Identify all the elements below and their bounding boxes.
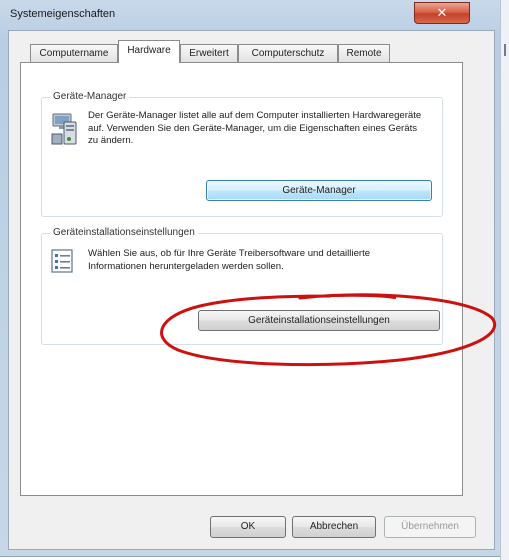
tab-remote[interactable]: Remote (338, 44, 390, 62)
tab-erweitert[interactable]: Erweitert (180, 44, 238, 62)
device-installation-group: Geräteinstallationseinstellungen Wählen … (41, 227, 443, 345)
device-installation-description: Wählen Sie aus, ob für Ihre Geräte Treib… (88, 248, 371, 272)
apply-button[interactable]: Übernehmen (384, 516, 476, 538)
system-properties-window: Systemeigenschaften ✕ Computername Hardw… (0, 0, 501, 557)
close-button[interactable]: ✕ (414, 2, 470, 24)
background-window-edge (500, 0, 509, 560)
computer-device-manager-icon (50, 112, 80, 146)
device-manager-group: Geräte-Manager Der Geräte-Manager listet… (41, 91, 443, 217)
background-window-mark (504, 44, 506, 56)
cancel-button[interactable]: Abbrechen (292, 516, 376, 538)
device-installation-group-label: Geräteinstallationseinstellungen (50, 227, 198, 238)
device-manager-button[interactable]: Geräte-Manager (206, 180, 432, 201)
hardware-tab-panel: Geräte-Manager Der Geräte-Manager listet… (20, 62, 463, 496)
close-icon: ✕ (436, 5, 448, 20)
tab-computerschutz[interactable]: Computerschutz (238, 44, 338, 62)
checklist-settings-icon (50, 248, 76, 274)
device-manager-description: Der Geräte-Manager listet alle auf dem C… (88, 110, 422, 146)
device-installation-settings-button[interactable]: Geräteinstallationseinstellungen (198, 310, 440, 331)
window-title: Systemeigenschaften (10, 8, 116, 20)
device-manager-group-label: Geräte-Manager (50, 91, 130, 102)
tab-hardware[interactable]: Hardware (118, 40, 180, 63)
ok-button[interactable]: OK (210, 516, 286, 538)
tab-computername[interactable]: Computername (30, 44, 118, 62)
title-bar[interactable]: Systemeigenschaften ✕ (0, 0, 500, 30)
